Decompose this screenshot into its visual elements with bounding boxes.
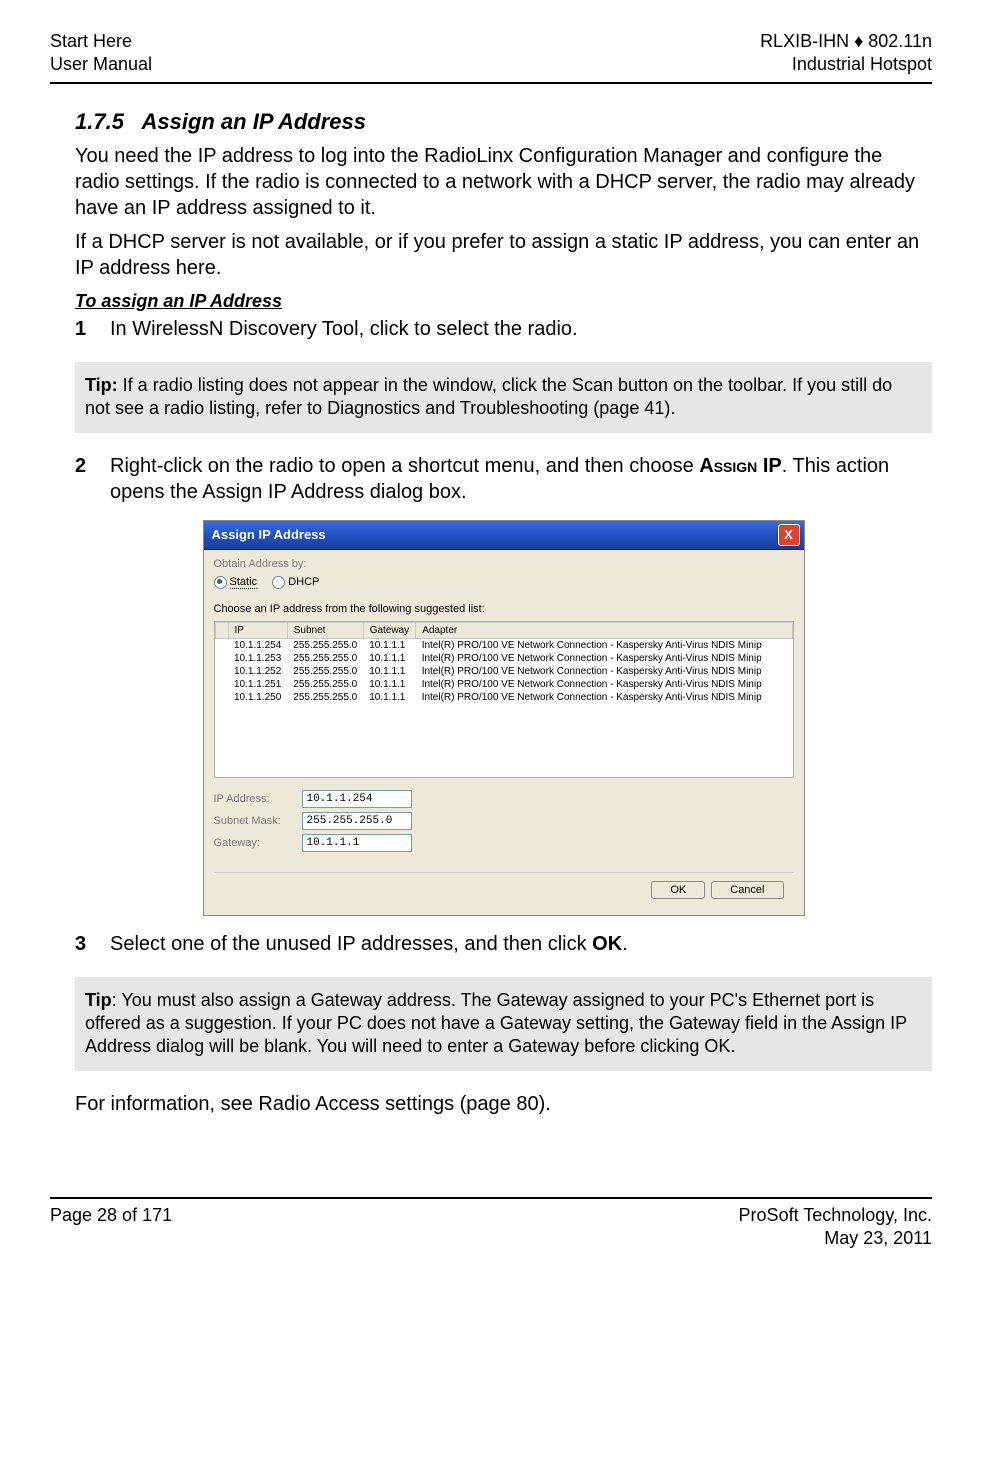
content-area: 1.7.5 Assign an IP Address You need the …	[50, 109, 932, 1117]
ip-address-input[interactable]	[302, 790, 412, 808]
tip-box-2: Tip: You must also assign a Gateway addr…	[75, 977, 932, 1071]
section-number: 1.7.5	[75, 109, 124, 134]
footer-right-1: ProSoft Technology, Inc.	[739, 1204, 932, 1227]
dialog-button-row: OK Cancel	[214, 872, 794, 907]
table-row[interactable]: 10.1.1.252255.255.255.010.1.1.1Intel(R) …	[215, 665, 792, 678]
header-right-2: Industrial Hotspot	[760, 53, 932, 76]
step-2-text: Right-click on the radio to open a short…	[110, 453, 932, 505]
col-ip[interactable]: IP	[228, 622, 287, 638]
page: Start Here User Manual RLXIB-IHN ♦ 802.1…	[0, 0, 982, 1271]
ok-bold: OK	[592, 933, 622, 955]
header-right: RLXIB-IHN ♦ 802.11n Industrial Hotspot	[760, 30, 932, 77]
obtain-address-label: Obtain Address by:	[214, 558, 794, 570]
col-adapter[interactable]: Adapter	[416, 622, 792, 638]
tip-1-text: If a radio listing does not appear in th…	[85, 375, 892, 418]
ip-address-row: IP Address:	[214, 790, 794, 808]
step-3-number: 3	[75, 931, 110, 957]
section-title: 1.7.5 Assign an IP Address	[75, 109, 932, 135]
tip-2-text: : You must also assign a Gateway address…	[85, 990, 907, 1057]
dialog-screenshot: Assign IP Address X Obtain Address by: S…	[75, 520, 932, 916]
header-left-2: User Manual	[50, 53, 152, 76]
gateway-row: Gateway:	[214, 834, 794, 852]
table-row[interactable]: 10.1.1.251255.255.255.010.1.1.1Intel(R) …	[215, 678, 792, 691]
section-name: Assign an IP Address	[141, 109, 366, 134]
assign-ip-dialog: Assign IP Address X Obtain Address by: S…	[203, 520, 805, 916]
close-icon[interactable]: X	[778, 524, 800, 546]
table-row[interactable]: 10.1.1.253255.255.255.010.1.1.1Intel(R) …	[215, 652, 792, 665]
assign-ip-label: Assign IP	[699, 455, 781, 477]
header-right-1: RLXIB-IHN ♦ 802.11n	[760, 30, 932, 53]
dialog-body: Obtain Address by: Static DHCP Choose an…	[204, 550, 804, 915]
ok-button[interactable]: OK	[651, 881, 705, 899]
dhcp-radio-label: DHCP	[288, 576, 319, 588]
cancel-button[interactable]: Cancel	[711, 881, 783, 899]
paragraph-last: For information, see Radio Access settin…	[75, 1091, 932, 1117]
static-radio-label: Static	[230, 576, 258, 589]
tip-1-label: Tip:	[85, 375, 118, 395]
footer-right-2: May 23, 2011	[739, 1227, 932, 1250]
col-gateway[interactable]: Gateway	[363, 622, 415, 638]
paragraph-1: You need the IP address to log into the …	[75, 143, 932, 221]
gateway-input[interactable]	[302, 834, 412, 852]
table-row[interactable]: 10.1.1.250255.255.255.010.1.1.1Intel(R) …	[215, 691, 792, 704]
step-2: 2 Right-click on the radio to open a sho…	[75, 453, 932, 505]
dialog-titlebar: Assign IP Address X	[204, 521, 804, 550]
page-footer: Page 28 of 171 ProSoft Technology, Inc. …	[50, 1197, 932, 1251]
header-left-1: Start Here	[50, 30, 152, 53]
page-header: Start Here User Manual RLXIB-IHN ♦ 802.1…	[50, 30, 932, 84]
step-2-number: 2	[75, 453, 110, 505]
ip-suggestion-table[interactable]: IP Subnet Gateway Adapter 10.1.1.254255.…	[214, 621, 794, 778]
step-1: 1 In WirelessN Discovery Tool, click to …	[75, 316, 932, 342]
dialog-title: Assign IP Address	[212, 527, 326, 542]
dhcp-radio[interactable]	[272, 576, 285, 589]
sub-heading: To assign an IP Address	[75, 291, 932, 312]
subnet-mask-label: Subnet Mask:	[214, 815, 294, 827]
footer-left: Page 28 of 171	[50, 1204, 172, 1251]
step-1-number: 1	[75, 316, 110, 342]
step-3-text: Select one of the unused IP addresses, a…	[110, 931, 628, 957]
static-radio[interactable]	[214, 576, 227, 589]
subnet-mask-row: Subnet Mask:	[214, 812, 794, 830]
footer-right: ProSoft Technology, Inc. May 23, 2011	[739, 1204, 932, 1251]
tip-box-1: Tip: If a radio listing does not appear …	[75, 362, 932, 433]
step-1-text: In WirelessN Discovery Tool, click to se…	[110, 316, 578, 342]
paragraph-2: If a DHCP server is not available, or if…	[75, 229, 932, 281]
col-subnet[interactable]: Subnet	[287, 622, 363, 638]
tip-2-label: Tip	[85, 990, 112, 1010]
step-3: 3 Select one of the unused IP addresses,…	[75, 931, 932, 957]
gateway-label: Gateway:	[214, 837, 294, 849]
header-left: Start Here User Manual	[50, 30, 152, 77]
table-row[interactable]: 10.1.1.254255.255.255.010.1.1.1Intel(R) …	[215, 638, 792, 652]
choose-ip-label: Choose an IP address from the following …	[214, 603, 794, 615]
radio-group: Static DHCP	[214, 576, 794, 589]
ip-address-label: IP Address:	[214, 793, 294, 805]
subnet-mask-input[interactable]	[302, 812, 412, 830]
table-header-row: IP Subnet Gateway Adapter	[215, 622, 792, 638]
